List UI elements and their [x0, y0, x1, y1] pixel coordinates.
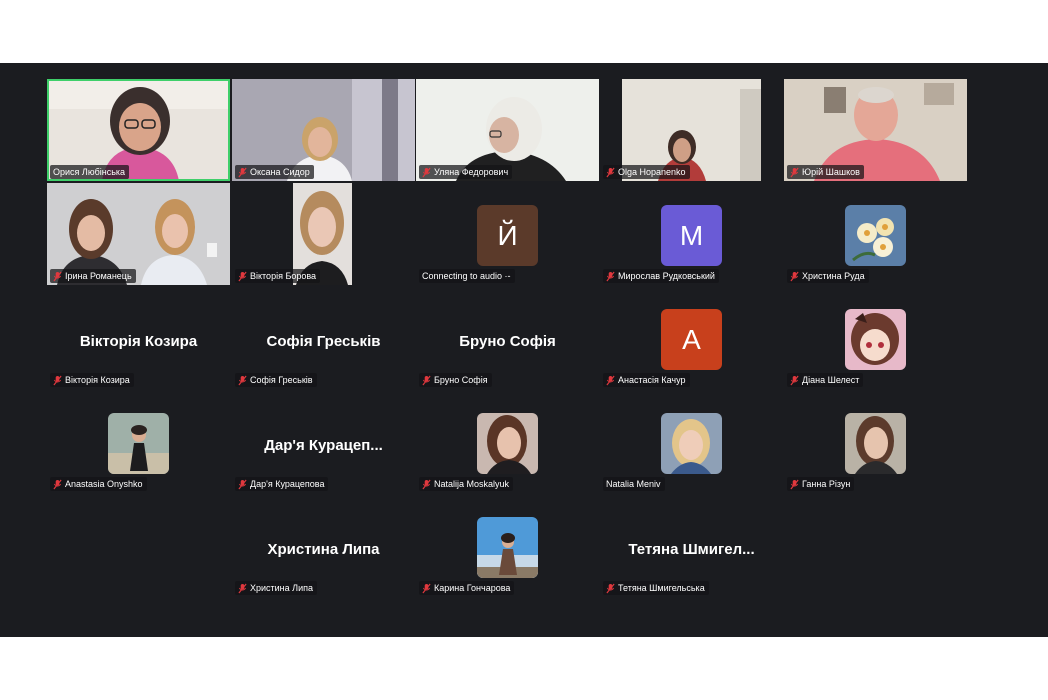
participant-name-label: Вікторія Борова: [235, 269, 321, 283]
muted-mic-icon: [790, 479, 799, 489]
participant-tile[interactable]: Софія Греськів Софія Греськів: [232, 287, 415, 389]
participant-tile[interactable]: Бруно Софія Бруно Софія: [416, 287, 599, 389]
participant-tile[interactable]: Natalija Moskalyuk: [416, 391, 599, 493]
participant-name-label: Дар'я Курацепова: [235, 477, 329, 491]
participant-name-label: Вікторія Козира: [50, 373, 134, 387]
participant-tile[interactable]: Оксана Сидор: [232, 79, 415, 181]
flower-photo-icon: [845, 205, 906, 266]
participant-tile[interactable]: Христина Руда: [784, 183, 967, 285]
muted-mic-icon: [606, 271, 615, 281]
initial-avatar: M: [661, 205, 722, 266]
participant-name-label: Юрій Шашков: [787, 165, 864, 179]
participant-tile[interactable]: Дар'я Курацеп... Дар'я Курацепова: [232, 391, 415, 493]
participant-tile[interactable]: Ірина Романець: [47, 183, 230, 285]
muted-mic-icon: [53, 271, 62, 281]
participant-name-label: Уляна Федорович: [419, 165, 513, 179]
participant-name-label: Христина Руда: [787, 269, 869, 283]
muted-mic-icon: [790, 375, 799, 385]
participant-tile[interactable]: Уляна Федорович: [416, 79, 599, 181]
participant-tile[interactable]: A Анастасія Качур: [600, 287, 783, 389]
muted-mic-icon: [422, 167, 431, 177]
participant-name-label: Софія Греськів: [235, 373, 317, 387]
participant-name-label: Connecting to audio ·-: [419, 269, 515, 283]
participant-tile[interactable]: Христина Липа Христина Липа: [232, 495, 415, 597]
person-photo-icon: [108, 413, 169, 474]
person-photo-icon: [477, 517, 538, 578]
muted-mic-icon: [790, 271, 799, 281]
participant-display-name: Вікторія Козира: [79, 333, 198, 350]
participant-display-name: Софія Греськів: [266, 333, 381, 350]
muted-mic-icon: [238, 167, 247, 177]
participant-name-label: Anastasia Onyshko: [50, 477, 147, 491]
participant-name-label: Natalia Meniv: [603, 477, 665, 491]
muted-mic-icon: [53, 375, 62, 385]
participant-tile[interactable]: M Мирослав Рудковський: [600, 183, 783, 285]
participant-tile[interactable]: Юрій Шашков: [784, 79, 967, 181]
person-photo-icon: [661, 413, 722, 474]
participant-tile[interactable]: Тетяна Шмигел... Тетяна Шмигельська: [600, 495, 783, 597]
muted-mic-icon: [238, 583, 247, 593]
initial-avatar: A: [661, 309, 722, 370]
participant-display-name: Тетяна Шмигел...: [628, 541, 755, 558]
participant-name-label: Карина Гончарова: [419, 581, 515, 595]
participant-name-label: Мирослав Рудковський: [603, 269, 719, 283]
person-photo-icon: [477, 413, 538, 474]
participant-name-label: Тетяна Шмигельська: [603, 581, 709, 595]
participant-name-label: Olga Hopanenko: [603, 165, 690, 179]
participant-tile[interactable]: Діана Шелест: [784, 287, 967, 389]
muted-mic-icon: [422, 479, 431, 489]
muted-mic-icon: [606, 167, 615, 177]
initial-avatar: Й: [477, 205, 538, 266]
participant-tile[interactable]: Natalia Meniv: [600, 391, 783, 493]
participant-tile[interactable]: Olga Hopanenko: [600, 79, 783, 181]
participant-display-name: Христина Липа: [267, 541, 380, 558]
participant-tile[interactable]: Карина Гончарова: [416, 495, 599, 597]
muted-mic-icon: [422, 375, 431, 385]
participant-name-label: Христина Липа: [235, 581, 317, 595]
participant-name-label: Ганна Різун: [787, 477, 855, 491]
participant-tile[interactable]: Й Connecting to audio ·-: [416, 183, 599, 285]
person-photo-icon: [845, 413, 906, 474]
participant-tile[interactable]: Орися Любінська: [47, 79, 230, 181]
participant-name-label: Бруно Софія: [419, 373, 492, 387]
participant-tile[interactable]: Вікторія Козира Вікторія Козира: [47, 287, 230, 389]
anime-avatar-icon: [845, 309, 906, 370]
muted-mic-icon: [238, 375, 247, 385]
participant-name-label: Natalija Moskalyuk: [419, 477, 514, 491]
participant-display-name: Бруно Софія: [459, 333, 556, 350]
gallery-view: Орися Любінська Оксана Сидор Уляна Федор…: [0, 63, 1048, 637]
participant-name-label: Орися Любінська: [50, 165, 130, 179]
participant-name-label: Анастасія Качур: [603, 373, 690, 387]
participant-tile[interactable]: Anastasia Onyshko: [47, 391, 230, 493]
participant-display-name: Дар'я Курацеп...: [264, 437, 383, 454]
participant-name-label: Діана Шелест: [787, 373, 864, 387]
participant-name-label: Оксана Сидор: [235, 165, 314, 179]
muted-mic-icon: [790, 167, 799, 177]
muted-mic-icon: [606, 375, 615, 385]
participant-name-label: Ірина Романець: [50, 269, 136, 283]
muted-mic-icon: [238, 271, 247, 281]
muted-mic-icon: [53, 479, 62, 489]
participant-tile[interactable]: Вікторія Борова: [232, 183, 415, 285]
muted-mic-icon: [238, 479, 247, 489]
muted-mic-icon: [422, 583, 431, 593]
participant-tile[interactable]: Ганна Різун: [784, 391, 967, 493]
muted-mic-icon: [606, 583, 615, 593]
